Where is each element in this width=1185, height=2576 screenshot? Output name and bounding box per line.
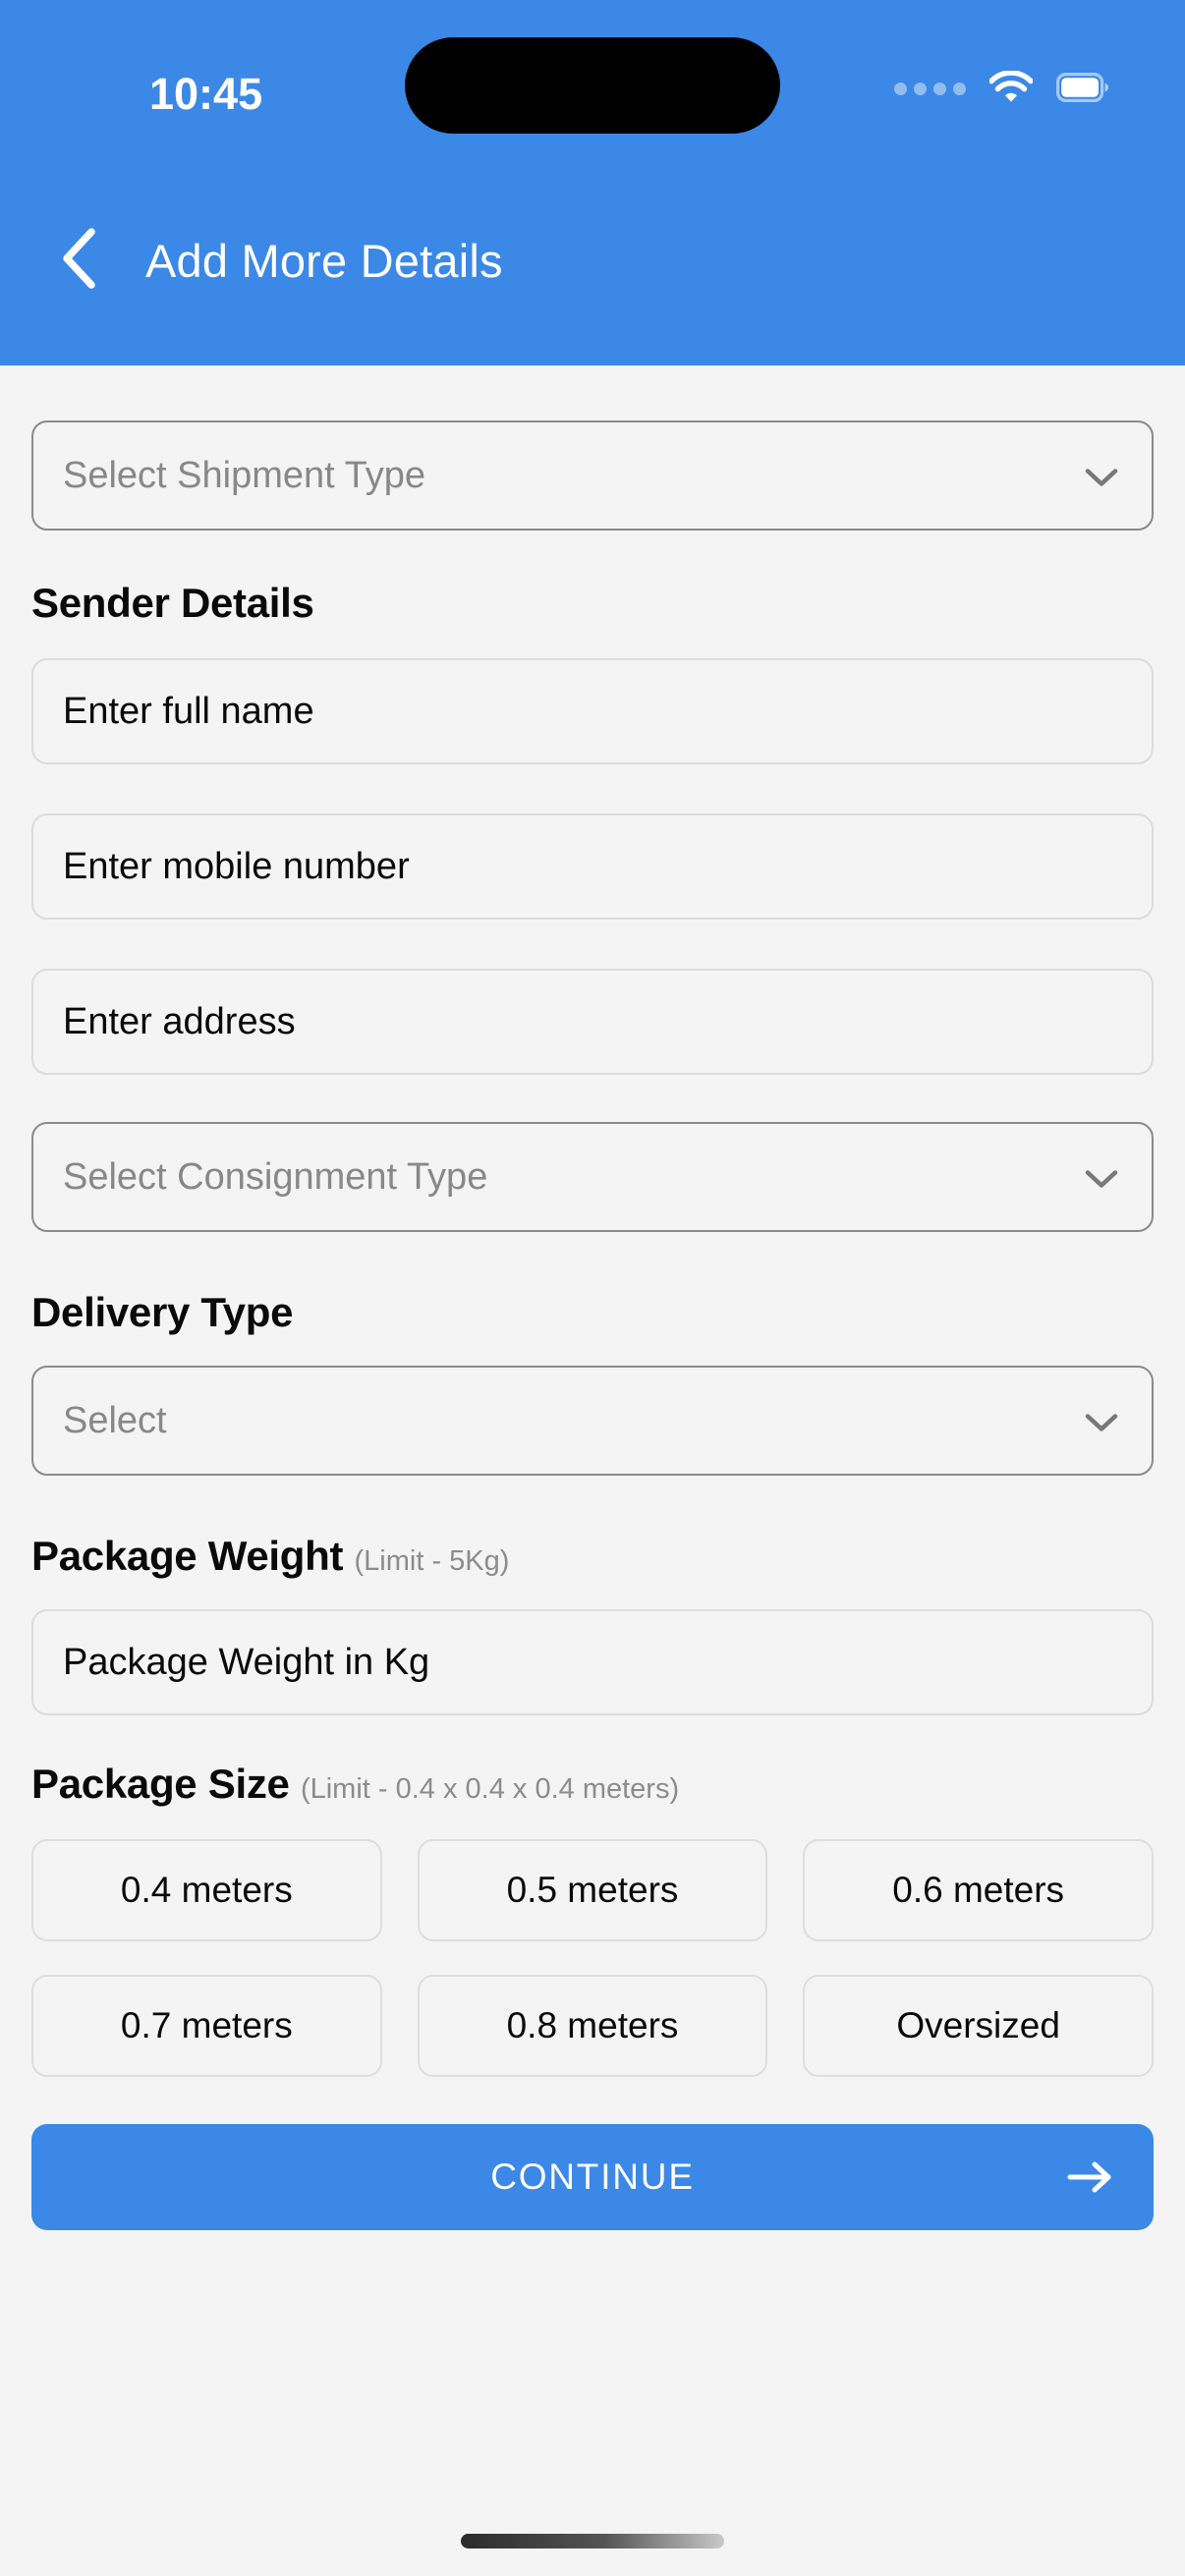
- delivery-type-heading: Delivery Type: [31, 1289, 294, 1335]
- shipment-type-select[interactable]: Select Shipment Type: [31, 420, 1154, 531]
- arrow-right-icon: [1067, 2160, 1112, 2194]
- address-input[interactable]: Enter address: [31, 969, 1154, 1075]
- package-weight-limit: (Limit - 5Kg): [354, 1545, 510, 1577]
- address-placeholder: Enter address: [63, 1000, 296, 1042]
- shipment-type-value: Select Shipment Type: [63, 454, 425, 496]
- sender-details-heading: Sender Details: [31, 580, 314, 626]
- status-indicators: [894, 70, 1108, 109]
- full-name-input[interactable]: Enter full name: [31, 658, 1154, 764]
- package-weight-heading: Package Weight (Limit - 5Kg): [31, 1533, 1154, 1580]
- chevron-down-icon: [1085, 455, 1122, 497]
- package-size-heading: Package Size (Limit - 0.4 x 0.4 x 0.4 me…: [31, 1761, 1154, 1808]
- signal-dots-icon: [894, 83, 966, 97]
- package-size-option[interactable]: 0.6 meters: [803, 1839, 1154, 1941]
- continue-button[interactable]: CONTINUE: [31, 2124, 1154, 2230]
- mobile-number-placeholder: Enter mobile number: [63, 845, 410, 887]
- chevron-down-icon: [1085, 1400, 1122, 1442]
- page-title: Add More Details: [145, 234, 503, 287]
- chevron-down-icon: [1085, 1156, 1122, 1199]
- package-weight-input[interactable]: Package Weight in Kg: [31, 1609, 1154, 1715]
- home-indicator[interactable]: [461, 2534, 724, 2548]
- wifi-icon: [988, 70, 1034, 109]
- status-bar: 10:45: [0, 0, 1185, 157]
- battery-full-icon: [1056, 73, 1108, 107]
- consignment-type-select[interactable]: Select Consignment Type: [31, 1122, 1154, 1232]
- package-size-limit: (Limit - 0.4 x 0.4 x 0.4 meters): [300, 1773, 680, 1805]
- continue-button-label: CONTINUE: [490, 2156, 695, 2197]
- back-button[interactable]: [29, 211, 128, 309]
- mobile-number-input[interactable]: Enter mobile number: [31, 813, 1154, 920]
- app-screen: 10:45 Add More Details Select Shipment T…: [0, 0, 1185, 2576]
- app-header: 10:45 Add More Details: [0, 0, 1185, 365]
- package-size-option[interactable]: Oversized: [803, 1975, 1154, 2077]
- package-weight-label: Package Weight: [31, 1533, 344, 1579]
- package-size-label: Package Size: [31, 1761, 290, 1807]
- package-size-option[interactable]: 0.8 meters: [417, 1975, 768, 2077]
- delivery-type-select[interactable]: Select: [31, 1366, 1154, 1476]
- package-size-option[interactable]: 0.4 meters: [31, 1839, 382, 1941]
- status-time: 10:45: [149, 69, 263, 119]
- package-size-options: 0.4 meters 0.5 meters 0.6 meters 0.7 met…: [31, 1839, 1154, 2077]
- full-name-placeholder: Enter full name: [63, 690, 314, 732]
- navigation-bar: Add More Details: [0, 196, 1185, 324]
- delivery-type-value: Select: [63, 1399, 167, 1441]
- package-weight-placeholder: Package Weight in Kg: [63, 1641, 430, 1683]
- form-content: Select Shipment Type Sender Details Ente…: [0, 365, 1185, 2230]
- dynamic-island: [405, 37, 780, 134]
- package-size-option[interactable]: 0.7 meters: [31, 1975, 382, 2077]
- chevron-left-icon: [59, 227, 98, 294]
- package-size-option[interactable]: 0.5 meters: [417, 1839, 768, 1941]
- consignment-type-value: Select Consignment Type: [63, 1155, 488, 1198]
